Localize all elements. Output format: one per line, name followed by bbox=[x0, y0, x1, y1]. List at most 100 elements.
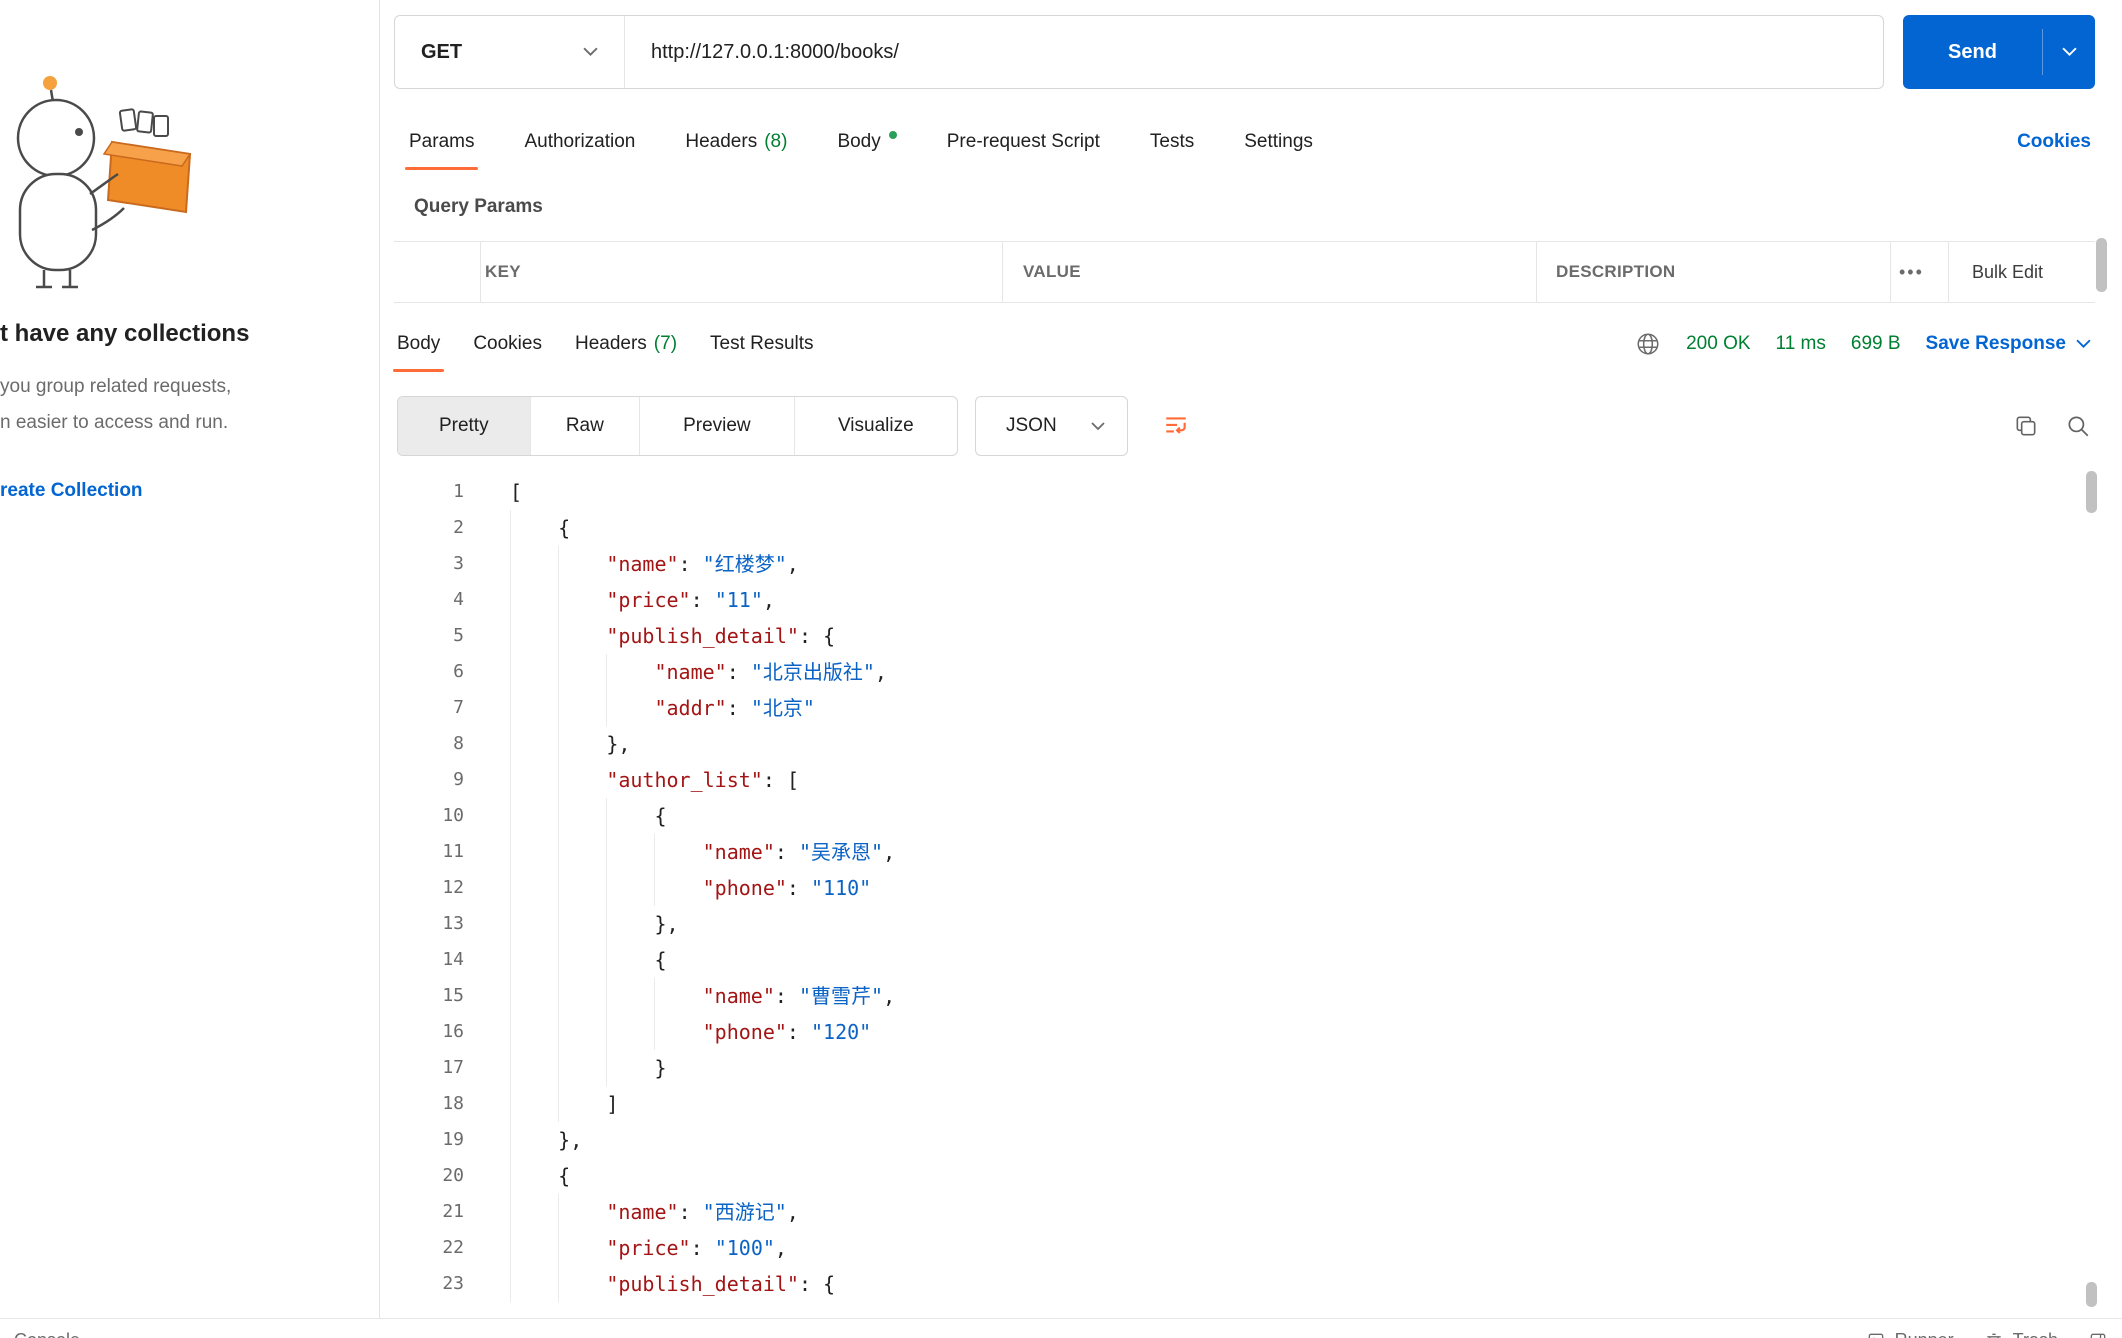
console-button[interactable]: Console bbox=[14, 1330, 80, 1338]
method-dropdown[interactable]: GET bbox=[395, 16, 625, 88]
beautify-button[interactable] bbox=[1150, 396, 1202, 456]
line-number: 16 bbox=[442, 1021, 464, 1042]
params-more-options-icon[interactable]: ••• bbox=[1899, 242, 1924, 302]
indent-guide bbox=[510, 870, 558, 906]
response-tab-headers-label: Headers bbox=[574, 332, 647, 354]
query-params-table: KEY VALUE DESCRIPTION ••• Bulk Edit bbox=[394, 241, 2095, 303]
line-number: 6 bbox=[453, 661, 464, 682]
send-button[interactable]: Send bbox=[1903, 15, 2095, 89]
url-input[interactable] bbox=[625, 40, 1883, 64]
code-line: 6 "name": "北京出版社", bbox=[380, 654, 2094, 690]
save-response-button[interactable]: Save Response bbox=[1926, 333, 2091, 355]
runner-button[interactable]: Runner bbox=[1866, 1330, 1954, 1338]
view-preview-button[interactable]: Preview bbox=[640, 397, 795, 455]
indent-guide bbox=[558, 942, 606, 978]
empty-collections-desc-line1: you group related requests, bbox=[0, 376, 232, 397]
line-number: 10 bbox=[442, 805, 464, 826]
indent-guide bbox=[558, 726, 606, 762]
line-number: 19 bbox=[442, 1129, 464, 1150]
code-line: 13}, bbox=[380, 906, 2094, 942]
save-response-label: Save Response bbox=[1925, 332, 2066, 354]
runner-icon bbox=[1868, 1333, 1883, 1338]
copy-icon[interactable] bbox=[2013, 413, 2039, 439]
code-line-text: { bbox=[510, 510, 570, 546]
panel-icon bbox=[2090, 1333, 2106, 1338]
cookies-link[interactable]: Cookies bbox=[2017, 113, 2091, 170]
send-label: Send bbox=[1948, 40, 1997, 63]
line-number: 2 bbox=[453, 517, 464, 538]
code-lines: 1[2{3 "name": "红楼梦", 4 "price": "11", 5 "publ… bbox=[380, 474, 2094, 1302]
body-present-dot-icon bbox=[888, 130, 897, 139]
response-view-switch: Pretty Raw Preview Visualize bbox=[397, 396, 958, 456]
indent-guide bbox=[558, 978, 606, 1014]
response-time: 11 ms bbox=[1775, 332, 1826, 354]
indent-guide bbox=[510, 1122, 558, 1158]
empty-collections-title: t have any collections bbox=[0, 320, 250, 347]
code-line-text: "price": "100", bbox=[510, 1230, 787, 1266]
tab-params-label: Params bbox=[409, 130, 475, 152]
indent-guide bbox=[558, 870, 606, 906]
request-tabs: Params Authorization Headers (8) Body Pr… bbox=[380, 113, 2122, 170]
tab-tests[interactable]: Tests bbox=[1150, 113, 1194, 170]
tab-tests-label: Tests bbox=[1149, 130, 1195, 152]
bulk-edit-button[interactable]: Bulk Edit bbox=[1972, 242, 2043, 302]
tab-params[interactable]: Params bbox=[404, 113, 479, 170]
code-line-text: "publish_detail": { bbox=[510, 1266, 835, 1302]
page-scrollbar-thumb[interactable] bbox=[2096, 238, 2107, 292]
sidebar: t have any collections you group related… bbox=[0, 0, 379, 1318]
chevron-down-icon bbox=[583, 47, 598, 57]
response-scrollbar-thumb[interactable] bbox=[2086, 471, 2097, 513]
response-body-viewer[interactable]: 1[2{3 "name": "红楼梦", 4 "price": "11", 5 "publ… bbox=[380, 456, 2094, 1318]
indent-guide bbox=[558, 798, 606, 834]
indent-guide bbox=[510, 1086, 558, 1122]
panel-toggle-button[interactable] bbox=[2088, 1331, 2108, 1338]
code-line-text: "phone": "120" bbox=[510, 1014, 872, 1050]
code-line: 15 "name": "曹雪芹", bbox=[380, 978, 2094, 1014]
footer-bar: Console Runner Trash bbox=[0, 1318, 2122, 1338]
tab-headers[interactable]: Headers (8) bbox=[685, 113, 787, 170]
view-pretty-button[interactable]: Pretty bbox=[398, 397, 531, 455]
indent-guide bbox=[510, 1014, 558, 1050]
indent-guide bbox=[606, 1014, 654, 1050]
code-line-text: "publish_detail": { bbox=[510, 618, 835, 654]
column-header-key: KEY bbox=[485, 262, 521, 281]
indent-guide bbox=[510, 906, 558, 942]
tab-prerequest-script[interactable]: Pre-request Script bbox=[947, 113, 1100, 170]
code-line: 4 "price": "11", bbox=[380, 582, 2094, 618]
code-line-text: "author_list": [ bbox=[510, 762, 799, 798]
indent-guide bbox=[654, 978, 702, 1014]
indent-guide bbox=[558, 582, 606, 618]
response-tab-body[interactable]: Body bbox=[392, 315, 445, 372]
line-number: 3 bbox=[453, 553, 464, 574]
indent-guide bbox=[654, 870, 702, 906]
indent-guide bbox=[606, 834, 654, 870]
send-options-chevron-icon[interactable] bbox=[2043, 47, 2095, 57]
create-collection-link[interactable]: reate Collection bbox=[0, 480, 143, 502]
indent-guide bbox=[558, 546, 606, 582]
response-tab-cookies[interactable]: Cookies bbox=[473, 315, 542, 372]
indent-guide bbox=[510, 654, 558, 690]
tab-prerequest-label: Pre-request Script bbox=[946, 130, 1100, 152]
code-line-text: "name": "曹雪芹", bbox=[510, 978, 895, 1014]
search-icon[interactable] bbox=[2065, 413, 2091, 439]
response-size: 699 B bbox=[1850, 332, 1901, 354]
code-line-text: "addr": "北京" bbox=[510, 690, 814, 726]
code-line: 21 "name": "西游记", bbox=[380, 1194, 2094, 1230]
tab-settings[interactable]: Settings bbox=[1244, 113, 1313, 170]
code-line: 7 "addr": "北京" bbox=[380, 690, 2094, 726]
format-dropdown[interactable]: JSON bbox=[975, 396, 1128, 456]
response-tab-test-results[interactable]: Test Results bbox=[710, 315, 813, 372]
trash-button[interactable]: Trash bbox=[1984, 1330, 2058, 1338]
indent-guide bbox=[510, 510, 558, 546]
tab-body[interactable]: Body bbox=[837, 113, 897, 170]
tab-authorization[interactable]: Authorization bbox=[524, 113, 635, 170]
response-tab-headers[interactable]: Headers (7) bbox=[575, 315, 677, 372]
view-raw-button[interactable]: Raw bbox=[531, 397, 641, 455]
request-url-bar: GET bbox=[394, 15, 1884, 89]
view-visualize-button[interactable]: Visualize bbox=[795, 397, 957, 455]
code-line: 10 { bbox=[380, 798, 2094, 834]
response-scrollbar-bottom[interactable] bbox=[2086, 1282, 2097, 1307]
line-number: 4 bbox=[453, 589, 464, 610]
line-number: 11 bbox=[442, 841, 464, 862]
indent-guide bbox=[606, 1050, 654, 1086]
